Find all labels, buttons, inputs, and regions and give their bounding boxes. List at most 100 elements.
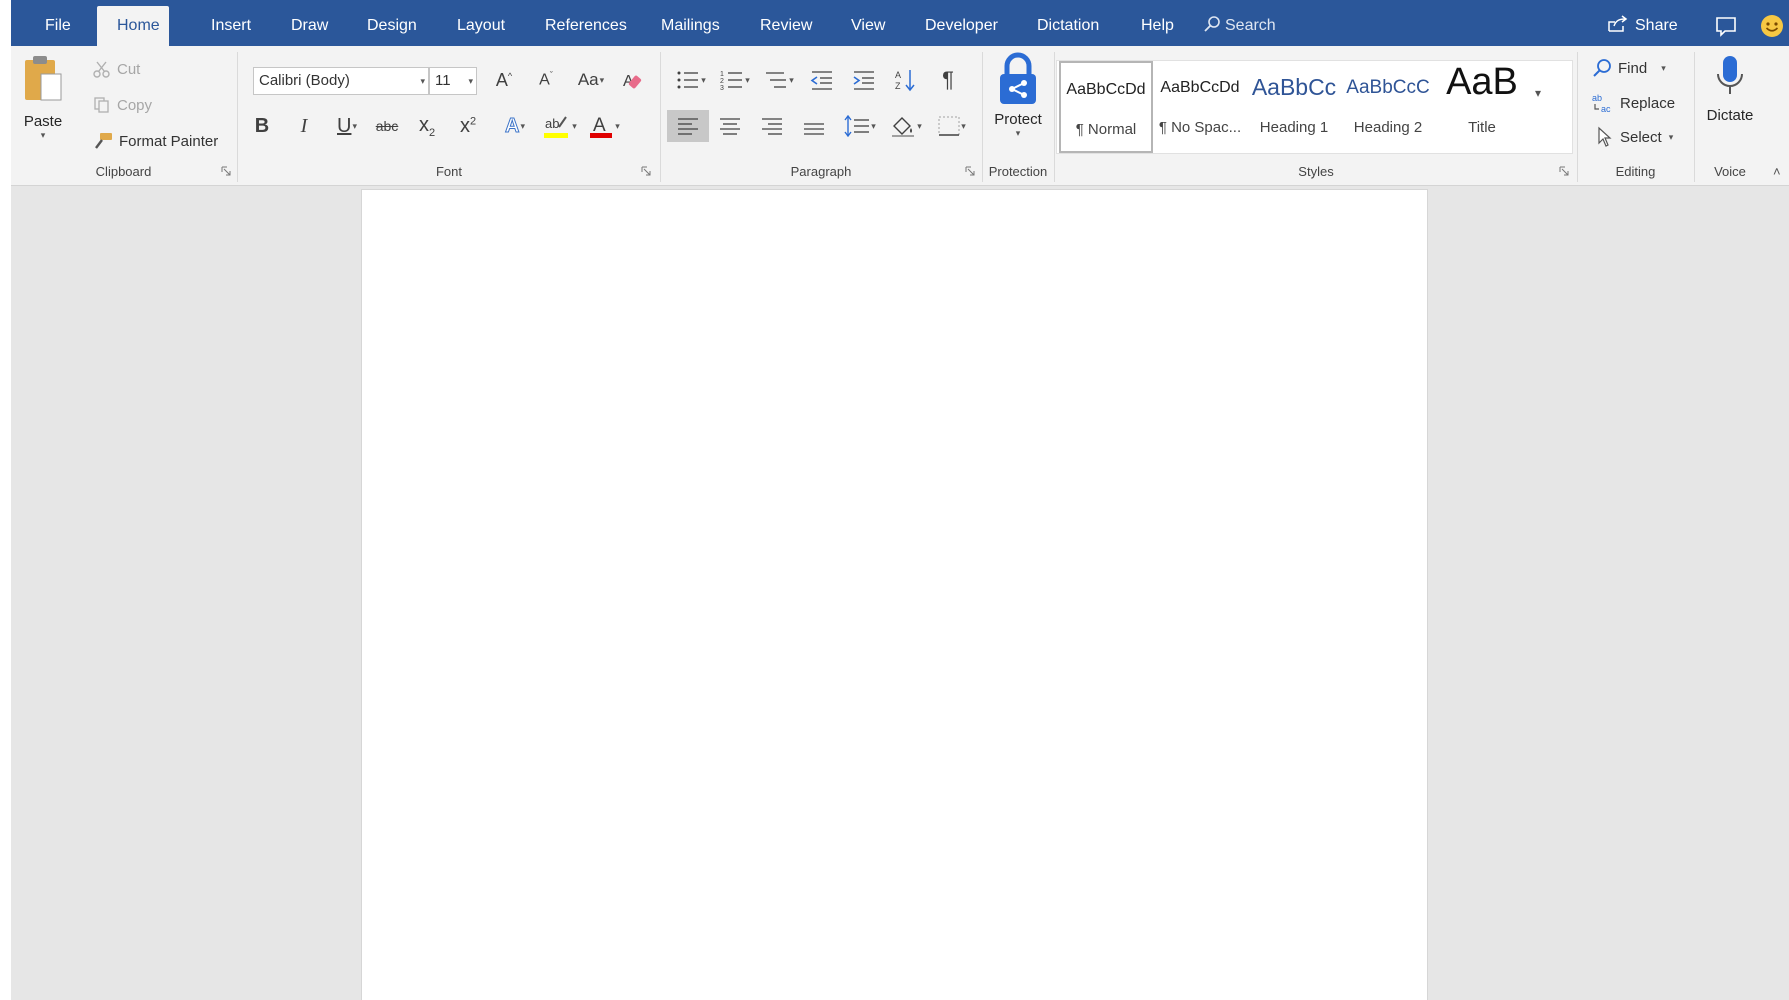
paste-options-caret[interactable]: ▾	[19, 130, 67, 141]
font-color-button[interactable]: A ▾	[583, 110, 625, 142]
tab-insert[interactable]: Insert	[191, 6, 271, 46]
tab-file[interactable]: File	[25, 6, 91, 46]
borders-button[interactable]: ▾	[931, 110, 973, 142]
borders-icon	[938, 116, 960, 136]
tab-review[interactable]: Review	[740, 6, 832, 46]
font-size-combobox[interactable]: 11 ▾	[429, 67, 477, 95]
strikethrough-label: abc	[375, 118, 399, 134]
select-button[interactable]: Select ▾	[1596, 126, 1673, 148]
style-no-spacing[interactable]: AaBbCcDd ¶ No Spac...	[1153, 61, 1247, 153]
italic-button[interactable]: I	[287, 110, 321, 142]
tab-view[interactable]: View	[831, 6, 905, 46]
font-group: Calibri (Body) ▾ 11 ▾ A^ Aˇ Aa ▾ A B I U ▾ a…	[239, 46, 659, 185]
format-painter-button[interactable]: Format Painter	[93, 132, 218, 150]
font-name-combobox[interactable]: Calibri (Body) ▾	[253, 67, 429, 95]
svg-text:A: A	[593, 115, 606, 136]
shading-button[interactable]: ▾	[885, 110, 927, 142]
increase-indent-icon	[853, 71, 874, 90]
shrink-font-button[interactable]: Aˇ	[529, 64, 563, 96]
numbered-list-icon: 1 2 3	[720, 71, 743, 91]
subscript-button[interactable]: x2	[410, 110, 444, 142]
multilevel-list-button[interactable]: ▾	[759, 64, 799, 96]
dictate-button[interactable]: Dictate	[1699, 54, 1761, 144]
search-label: Search	[1225, 17, 1276, 34]
style-heading-1[interactable]: AaBbCc Heading 1	[1247, 61, 1341, 153]
line-spacing-button[interactable]: ▾	[839, 110, 881, 142]
dictate-label: Dictate	[1706, 107, 1754, 124]
superscript-button[interactable]: x2	[451, 110, 485, 142]
find-button[interactable]: Find ▾	[1592, 58, 1666, 78]
tab-dictation[interactable]: Dictation	[1017, 6, 1119, 46]
clipboard-dialog-launcher-icon[interactable]	[221, 166, 231, 176]
comments-icon[interactable]	[1713, 13, 1739, 39]
shrink-font-icon: Aˇ	[539, 70, 553, 89]
collapse-ribbon-chevron-up-icon[interactable]: ˄	[1773, 164, 1781, 179]
format-painter-icon	[95, 133, 112, 149]
decrease-indent-icon	[810, 71, 832, 90]
chevron-down-icon: ▾	[599, 74, 605, 85]
line-spacing-icon	[844, 115, 870, 137]
copy-button[interactable]: Copy	[93, 96, 152, 114]
style-normal[interactable]: AaBbCcDd ¶ Normal	[1059, 61, 1153, 153]
chevron-down-icon: ▾	[1668, 131, 1674, 142]
bullets-button[interactable]: ▾	[671, 64, 711, 96]
tab-design[interactable]: Design	[347, 6, 437, 46]
text-effects-button[interactable]: A ▾	[495, 110, 535, 142]
justify-button[interactable]	[797, 110, 831, 142]
style-heading-2[interactable]: AaBbCcC Heading 2	[1341, 61, 1435, 153]
chevron-down-icon: ▾	[961, 120, 966, 131]
strikethrough-button[interactable]: abc	[370, 110, 404, 142]
smiley-feedback-icon[interactable]	[1759, 13, 1785, 39]
tab-home[interactable]: Home	[97, 6, 169, 46]
styles-gallery: AaBbCcDd ¶ Normal AaBbCcDd ¶ No Spac... …	[1056, 60, 1573, 154]
bold-button[interactable]: B	[245, 110, 279, 142]
underline-button[interactable]: U ▾	[327, 110, 367, 142]
align-left-button[interactable]	[667, 110, 709, 142]
tab-references[interactable]: References	[525, 6, 647, 46]
tab-mailings[interactable]: Mailings	[641, 6, 740, 46]
cursor-select-icon	[1598, 126, 1612, 147]
share-button[interactable]: Share	[1607, 6, 1678, 46]
search-icon	[1204, 16, 1220, 32]
document-page[interactable]	[361, 189, 1428, 1000]
style-name: ¶ No Spac...	[1158, 119, 1242, 136]
styles-more-chevron-down-icon[interactable]: ▾	[1535, 86, 1541, 100]
document-canvas[interactable]	[11, 186, 1789, 1000]
font-color-icon: A	[590, 115, 613, 138]
styles-dialog-launcher-icon[interactable]	[1559, 166, 1569, 176]
align-center-button[interactable]	[713, 110, 747, 142]
decrease-indent-button[interactable]	[805, 64, 839, 96]
tell-me-search[interactable]: Search	[1203, 6, 1276, 46]
style-name: Heading 1	[1259, 119, 1329, 136]
show-hide-marks-button[interactable]: ¶	[931, 64, 965, 96]
highlight-color-button[interactable]: ab ▾	[539, 110, 581, 142]
style-title[interactable]: AaB Title	[1435, 61, 1529, 153]
clear-formatting-button[interactable]: A	[616, 64, 650, 96]
bold-icon: B	[254, 114, 270, 137]
change-case-button[interactable]: Aa ▾	[571, 64, 611, 96]
font-dialog-launcher-icon[interactable]	[641, 166, 651, 176]
paragraph-group: ▾ 1 2 3 ▾ ▾ A Z ¶ ▾ ▾ ▾ Paragraph	[661, 46, 981, 185]
numbering-button[interactable]: 1 2 3 ▾	[715, 64, 755, 96]
clipboard-group-label: Clipboard	[95, 164, 152, 179]
sort-az-icon: A Z	[895, 70, 915, 92]
tab-draw[interactable]: Draw	[271, 6, 348, 46]
align-right-button[interactable]	[755, 110, 789, 142]
tab-developer[interactable]: Developer	[905, 6, 1018, 46]
grow-font-button[interactable]: A^	[487, 64, 521, 96]
replace-button[interactable]: ab ac Replace	[1592, 92, 1675, 114]
paste-button[interactable]: Paste ▾	[19, 54, 67, 146]
protect-label: Protect	[994, 111, 1042, 128]
svg-text:Z: Z	[895, 81, 901, 91]
cut-button[interactable]: Cut	[93, 60, 140, 78]
paragraph-dialog-launcher-icon[interactable]	[965, 166, 975, 176]
tab-help[interactable]: Help	[1121, 6, 1194, 46]
increase-indent-button[interactable]	[847, 64, 881, 96]
chevron-down-icon: ▾	[615, 120, 620, 131]
tab-layout[interactable]: Layout	[437, 6, 525, 46]
chevron-down-icon: ▾	[789, 74, 794, 85]
search-icon	[1593, 59, 1611, 77]
sort-button[interactable]: A Z	[889, 64, 923, 96]
protect-button[interactable]: Protect ▾	[987, 52, 1049, 144]
svg-text:ac: ac	[1601, 104, 1611, 114]
